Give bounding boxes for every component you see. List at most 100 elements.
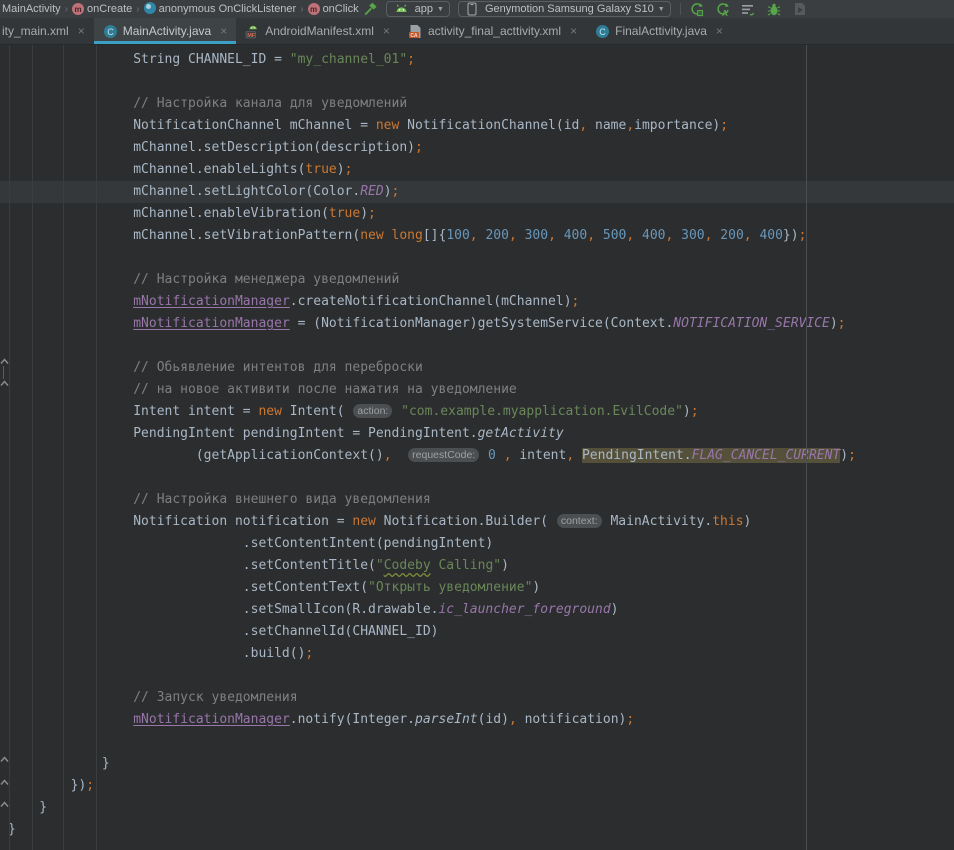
- code-line: Notification notification = new Notifica…: [0, 511, 954, 533]
- code-line: }: [0, 797, 954, 819]
- debug-icon[interactable]: [766, 1, 783, 17]
- breadcrumb: MainActivity›monCreate›anonymous OnClick…: [0, 2, 359, 17]
- svg-text:A: A: [722, 9, 728, 17]
- apply-changes-icon[interactable]: [688, 1, 705, 17]
- code-line: [0, 731, 954, 753]
- code-line: .setContentText("Открыть уведомление"): [0, 577, 954, 599]
- tab-label: AndroidManifest.xml: [265, 24, 374, 38]
- parameter-hint-chip: action:: [353, 404, 392, 418]
- code-line: mChannel.setDescription(description);: [0, 137, 954, 159]
- code-line: }: [0, 753, 954, 775]
- fold-marker-icon[interactable]: [0, 357, 9, 366]
- code-line: mNotificationManager = (NotificationMana…: [0, 313, 954, 335]
- code-line: mChannel.setVibrationPattern(new long[]{…: [0, 225, 954, 247]
- android-icon: [395, 1, 408, 17]
- profiler-icon[interactable]: [740, 1, 757, 17]
- tab-close-icon[interactable]: ×: [220, 24, 227, 38]
- editor[interactable]: String CHANNEL_ID = "my_channel_01"; // …: [0, 45, 954, 850]
- code-line: });: [0, 775, 954, 797]
- main-toolbar: MainActivity›monCreate›anonymous OnClick…: [0, 0, 954, 18]
- code-line: .build();: [0, 643, 954, 665]
- code-line: NotificationChannel mChannel = new Notif…: [0, 115, 954, 137]
- xml-file-icon: CA: [408, 24, 423, 39]
- manifest-file-icon: MF: [245, 24, 260, 39]
- device-selector[interactable]: Genymotion Samsung Galaxy S10 ▼: [458, 1, 671, 17]
- chevron-down-icon: ▼: [658, 6, 665, 13]
- breadcrumb-label: onCreate: [87, 3, 132, 15]
- code-line: }: [0, 819, 954, 841]
- chevron-down-icon: ▼: [437, 6, 444, 13]
- breadcrumb-item[interactable]: MainActivity: [2, 3, 61, 15]
- breadcrumb-item[interactable]: anonymous OnClickListener: [144, 2, 297, 17]
- code-line: .setContentTitle("Codeby Calling"): [0, 555, 954, 577]
- code-line: (getApplicationContext(), requestCode: 0…: [0, 445, 954, 467]
- fold-range-line: [3, 366, 4, 379]
- code-line: mNotificationManager.notify(Integer.pars…: [0, 709, 954, 731]
- fold-marker-icon[interactable]: [0, 778, 9, 787]
- tab-label: ity_main.xml: [2, 24, 69, 38]
- breadcrumb-separator: ›: [300, 4, 303, 15]
- fold-marker-icon[interactable]: [0, 755, 9, 764]
- code-line: .setSmallIcon(R.drawable.ic_launcher_for…: [0, 599, 954, 621]
- code-line: String CHANNEL_ID = "my_channel_01";: [0, 49, 954, 71]
- phone-icon: [467, 1, 478, 17]
- toolbar-actions: A: [688, 1, 809, 17]
- svg-text:C: C: [599, 27, 606, 37]
- tab-MainActivity.java[interactable]: C MainActivity.java ×: [94, 18, 237, 44]
- code-line: // Обьявление интентов для переброски: [0, 357, 954, 379]
- fold-marker-icon[interactable]: [0, 800, 9, 809]
- code-line: // Запуск уведомления: [0, 687, 954, 709]
- code-line: [0, 665, 954, 687]
- code-line: // Настройка канала для уведомлений: [0, 93, 954, 115]
- code-line: // Настройка внешнего вида уведомления: [0, 489, 954, 511]
- tab-label: FinalActtivity.java: [615, 24, 707, 38]
- tab-close-icon[interactable]: ×: [383, 24, 390, 38]
- svg-text:MF: MF: [247, 32, 256, 38]
- apply-code-changes-icon[interactable]: A: [714, 1, 731, 17]
- code-line-current: mChannel.setLightColor(Color.RED);: [0, 181, 954, 203]
- breadcrumb-label: MainActivity: [2, 3, 61, 15]
- tab-FinalActtivity.java[interactable]: C FinalActtivity.java ×: [586, 18, 732, 44]
- code-line: mChannel.enableVibration(true);: [0, 203, 954, 225]
- tab-activity_final_acttivity.xml[interactable]: CAactivity_final_acttivity.xml×: [399, 18, 586, 44]
- class-file-icon: C: [103, 24, 118, 39]
- breadcrumb-separator: ›: [136, 4, 139, 15]
- parameter-hint-chip: requestCode:: [408, 448, 479, 462]
- breadcrumb-item[interactable]: monCreate: [72, 3, 132, 16]
- tab-AndroidManifest.xml[interactable]: MF AndroidManifest.xml ×: [236, 18, 399, 44]
- method-icon: m: [308, 3, 320, 16]
- code-line: [0, 467, 954, 489]
- tab-close-icon[interactable]: ×: [78, 24, 85, 38]
- breadcrumb-item[interactable]: monClick: [308, 3, 359, 16]
- method-icon: m: [72, 3, 84, 16]
- fold-marker-icon[interactable]: [0, 379, 9, 388]
- code-line: mChannel.enableLights(true);: [0, 159, 954, 181]
- attach-debugger-icon[interactable]: [792, 1, 809, 17]
- toolbar-divider: [680, 3, 681, 15]
- tab-close-icon[interactable]: ×: [716, 24, 723, 38]
- code-line: // на новое активити после нажатия на ув…: [0, 379, 954, 401]
- device-selector-label: Genymotion Samsung Galaxy S10: [485, 3, 654, 15]
- editor-tab-bar: ity_main.xml × C MainActivity.java × MF Androi…: [0, 18, 954, 45]
- code-line: [0, 71, 954, 93]
- code-line: .setContentIntent(pendingIntent): [0, 533, 954, 555]
- code-line: Intent intent = new Intent( action: "com…: [0, 401, 954, 423]
- code-line: PendingIntent pendingIntent = PendingInt…: [0, 423, 954, 445]
- code-area: String CHANNEL_ID = "my_channel_01"; // …: [0, 45, 954, 841]
- tab-close-icon[interactable]: ×: [570, 24, 577, 38]
- build-hammer-icon[interactable]: [362, 1, 379, 17]
- code-line: [0, 335, 954, 357]
- class-file-icon: C: [595, 24, 610, 39]
- parameter-hint-chip: context:: [557, 514, 602, 528]
- tab-label: MainActivity.java: [123, 24, 211, 38]
- svg-text:CA: CA: [410, 32, 418, 38]
- tab-ity_main.xml[interactable]: ity_main.xml ×: [0, 18, 94, 44]
- code-line: .setChannelId(CHANNEL_ID): [0, 621, 954, 643]
- code-line: mNotificationManager.createNotificationC…: [0, 291, 954, 313]
- run-configuration-select[interactable]: app ▼: [386, 1, 450, 17]
- breadcrumb-label: anonymous OnClickListener: [159, 3, 297, 15]
- run-configuration-label: app: [415, 3, 433, 15]
- code-line: [0, 247, 954, 269]
- svg-text:C: C: [107, 27, 114, 37]
- anonymous-class-icon: [144, 2, 156, 17]
